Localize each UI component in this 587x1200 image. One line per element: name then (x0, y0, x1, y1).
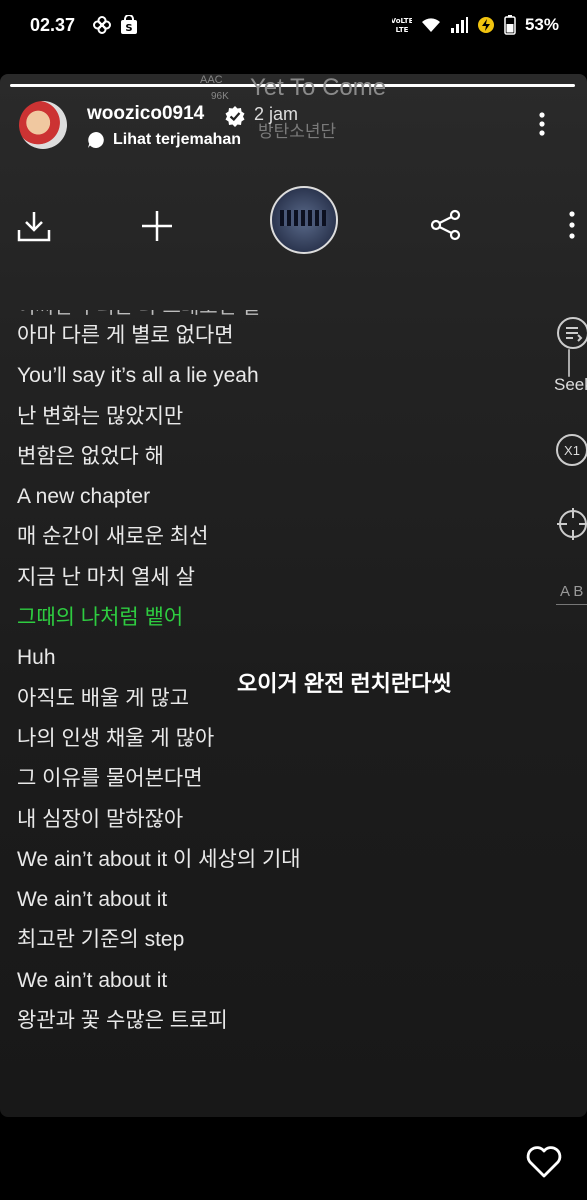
seek-label: Seek (554, 375, 587, 394)
clock: 02.37 (30, 15, 76, 35)
bitrate-label: 96K (211, 91, 229, 102)
seek-slider[interactable] (568, 349, 570, 377)
lyric-line[interactable]: 최고란 기준의 step (17, 920, 437, 960)
lyric-line[interactable]: 변함은 없었다 해 (17, 437, 437, 477)
lyric-line[interactable]: 아마 다른 게 별로 없다면 (17, 316, 437, 356)
lyric-line[interactable]: 그 이유를 물어본다면 (17, 759, 437, 799)
lyric-line[interactable]: 내 심장이 말하잖아 (17, 800, 437, 840)
more-options-icon[interactable] (538, 112, 546, 136)
battery-icon (504, 15, 516, 35)
lyric-line[interactable]: We ain’t about it (17, 880, 437, 920)
heart-icon[interactable] (525, 1145, 563, 1179)
wifi-icon (421, 18, 440, 32)
battery-saver-icon (477, 17, 494, 33)
speed-button[interactable]: X1 (556, 434, 587, 466)
see-translation-link[interactable]: Lihat terjemahan (87, 131, 241, 149)
post-time: 2 jam (254, 104, 299, 124)
svg-text:S: S (125, 23, 132, 34)
lyric-line[interactable]: 왕관과 꽃 수많은 트로피 (17, 1001, 437, 1041)
signal-icon (450, 17, 468, 33)
svg-text:LTE: LTE (396, 26, 409, 34)
lyric-line[interactable]: We ain’t about it 이 세상의 기대 (17, 840, 437, 880)
svg-text:VoLTE: VoLTE (392, 17, 412, 25)
lyric-line[interactable]: You’ll say it’s all a lie yeah (17, 356, 437, 396)
lyric-line[interactable]: 나의 인생 채울 게 많아 (17, 719, 437, 759)
add-icon[interactable] (140, 209, 174, 243)
ab-divider (556, 604, 587, 605)
verified-badge-icon (225, 106, 245, 127)
ab-repeat-label[interactable]: A B (560, 583, 583, 600)
lyric-line[interactable]: 매 순간이 새로운 최선 (17, 517, 437, 557)
lyric-line[interactable]: 난 변화는 많았지만 (17, 397, 437, 437)
lyric-line-active[interactable]: 그때의 나처럼 뱉어 (17, 598, 437, 638)
username[interactable]: woozico0914 (87, 103, 204, 125)
lyric-line[interactable]: 지금 난 마치 열세 살 (17, 558, 437, 598)
pinwheel-icon (93, 16, 111, 34)
lyric-line[interactable]: A new chapter (17, 477, 437, 517)
battery-percent: 53% (524, 15, 559, 34)
player-menu-icon[interactable] (568, 210, 576, 240)
share-icon[interactable] (430, 209, 462, 241)
song-title: Yet To Come (250, 74, 387, 101)
see-translation-label: Lihat terjemahan (113, 131, 242, 148)
crosshair-icon[interactable] (555, 506, 587, 542)
lyric-line[interactable]: We ain’t about it (17, 961, 437, 1001)
volte-icon: VoLTE LTE (392, 17, 412, 34)
download-icon[interactable] (16, 208, 52, 244)
avatar[interactable] (19, 101, 67, 149)
story-card: AAC 96K Yet To Come 방탄소년단 woozico0914 2 … (0, 74, 587, 1117)
speech-bubble-icon (88, 132, 104, 148)
story-text-sticker: 오이거 완전 런치란다씻 (237, 671, 452, 696)
album-art[interactable] (270, 186, 338, 254)
status-bar: 02.37 S VoLTE LTE 53% (0, 0, 587, 52)
shopping-bag-icon: S (121, 15, 137, 34)
codec-label: AAC (200, 74, 223, 86)
lyrics-mode-icon[interactable] (556, 316, 587, 350)
